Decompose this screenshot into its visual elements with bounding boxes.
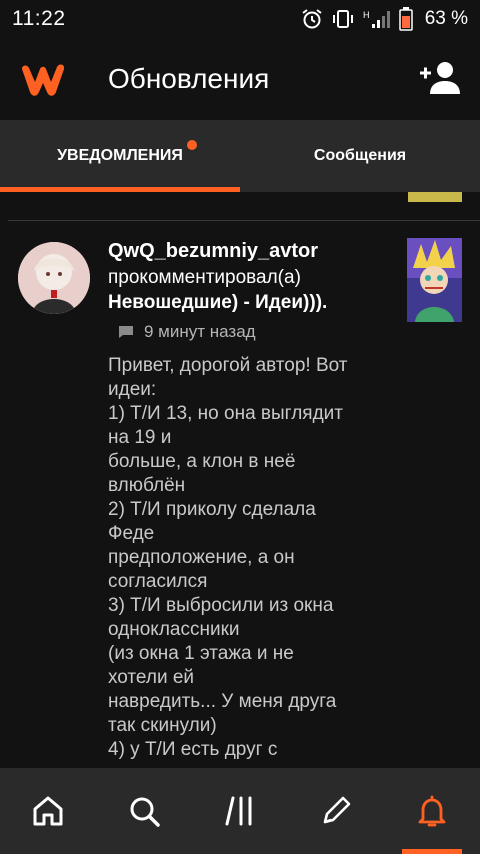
notification-meta: 9 минут назад	[118, 322, 256, 342]
tab-messages[interactable]: Сообщения	[240, 120, 480, 192]
previous-item-thumbnail[interactable]	[408, 192, 462, 202]
comment-line: одноклассники	[108, 619, 240, 640]
battery-icon	[398, 7, 413, 31]
library-icon	[225, 796, 252, 826]
tab-bar: УВЕДОМЛЕНИЯ Сообщения	[0, 120, 480, 192]
nav-notifications[interactable]	[384, 768, 480, 854]
status-icons: H 63 %	[301, 7, 468, 31]
comment-line: 4) у Т/И есть друг с	[108, 739, 278, 760]
avatar[interactable]	[18, 242, 90, 314]
nav-home[interactable]	[0, 768, 96, 854]
add-user-icon[interactable]	[418, 60, 460, 96]
write-icon	[323, 796, 351, 824]
app-bar: Обновления	[0, 38, 480, 120]
comment-line: навредить... У меня друга	[108, 691, 337, 712]
notification-action: прокомментировал(а)	[108, 267, 301, 288]
notifications-bell-icon	[418, 795, 446, 827]
tab-messages-label: Сообщения	[313, 147, 407, 164]
comment-line: больше, а клон в неё	[108, 451, 296, 472]
comment-line: согласился	[108, 571, 208, 592]
nav-search[interactable]	[96, 768, 192, 854]
nav-library[interactable]	[192, 768, 288, 854]
comment-line: 1) Т/И 13, но она выглядит	[108, 403, 343, 424]
battery-percent: 63 %	[424, 8, 468, 29]
nav-write[interactable]	[288, 768, 384, 854]
comment-line: хотели ей	[108, 667, 195, 688]
unread-badge	[187, 140, 197, 150]
comment-line: 3) Т/И выбросили из окна	[108, 595, 334, 616]
status-bar: 11:22 H 63 %	[0, 0, 480, 38]
wattpad-logo[interactable]	[18, 59, 68, 99]
notifications-list[interactable]: QwQ_bezumniy_avtor прокомментировал(а) Н…	[0, 192, 480, 768]
notification-time: 9 минут назад	[144, 322, 256, 341]
tab-notifications[interactable]: УВЕДОМЛЕНИЯ	[0, 120, 240, 192]
bottom-navigation	[0, 768, 480, 854]
comment-line: Привет, дорогой автор! Вот	[108, 355, 348, 376]
comment-icon	[119, 326, 133, 338]
alarm-icon	[302, 9, 322, 29]
notification-username[interactable]: QwQ_bezumniy_avtor	[108, 240, 318, 263]
story-cover-thumbnail[interactable]	[407, 238, 462, 322]
notification-story-title[interactable]: Невошедшие) - Идеи))).	[108, 292, 327, 314]
vibrate-icon	[332, 10, 353, 28]
comment-line: так скинули)	[108, 715, 217, 736]
signal-icon: H	[363, 10, 390, 28]
comment-text: Привет, дорогой автор! Вот идеи: 1) Т/И …	[108, 354, 408, 762]
svg-text:H: H	[363, 10, 370, 20]
divider	[8, 220, 480, 221]
home-icon	[33, 796, 63, 826]
comment-line: идеи:	[108, 379, 157, 400]
page-title: Обновления	[108, 63, 270, 94]
comment-line: предположение, а он	[108, 547, 295, 568]
search-icon	[130, 797, 160, 827]
tab-notifications-label: УВЕДОМЛЕНИЯ	[57, 147, 183, 164]
status-time: 11:22	[12, 7, 66, 30]
comment-line: на 19 и	[108, 427, 172, 448]
comment-line: Феде	[108, 523, 155, 544]
comment-line: (из окна 1 этажа и не	[108, 643, 294, 664]
comment-line: 2) Т/И приколу сделала	[108, 499, 316, 520]
comment-line: влюблён	[108, 475, 186, 496]
